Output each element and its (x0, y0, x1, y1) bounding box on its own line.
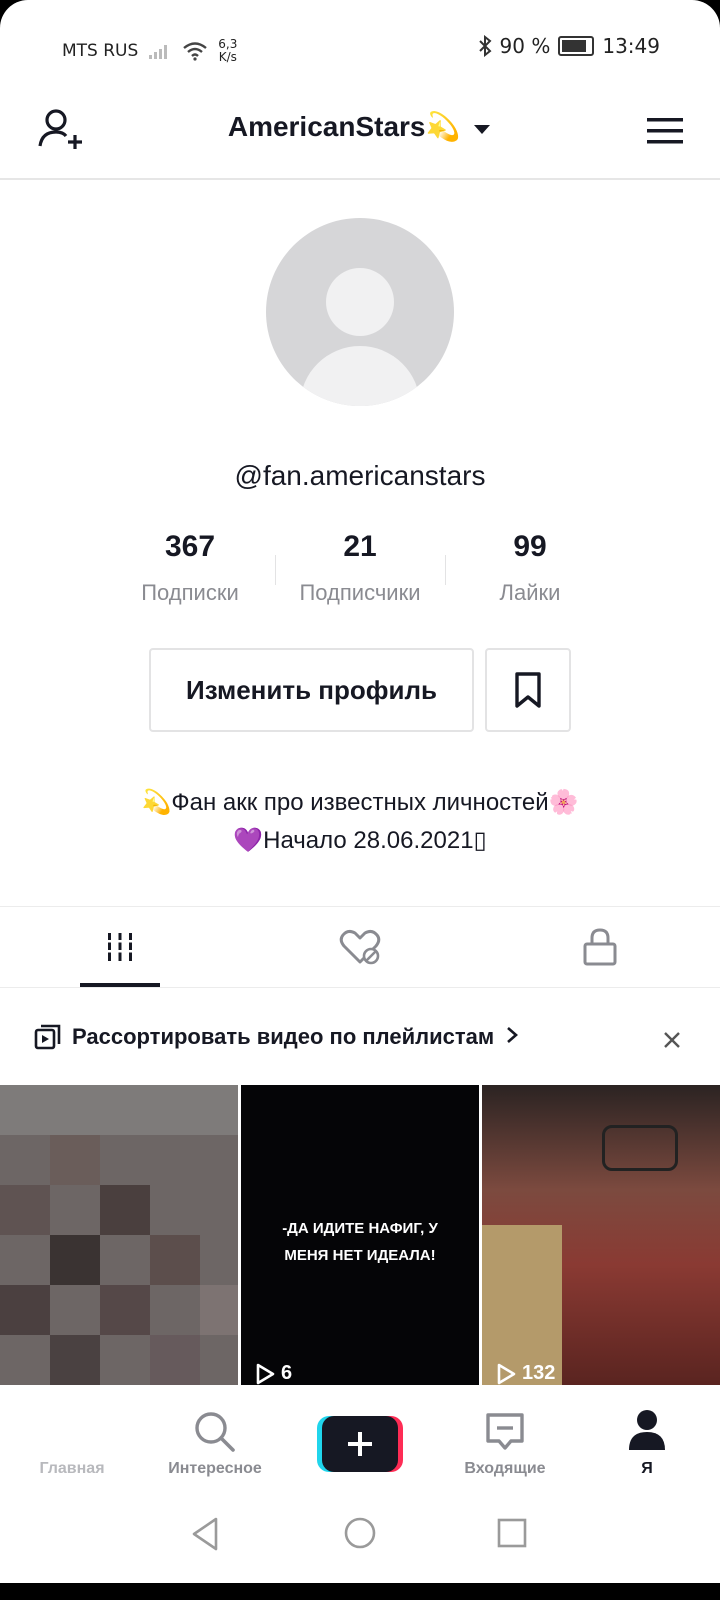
chevron-right-icon (507, 1027, 519, 1043)
play-icon (497, 1363, 516, 1384)
system-navigation-bar (0, 1498, 720, 1583)
thumbnail-pixel (100, 1285, 150, 1335)
hamburger-menu-icon (647, 118, 683, 144)
followers-count: 21 (343, 530, 377, 563)
thumbnail-pixel (200, 1285, 238, 1335)
likes-count: 99 (513, 530, 547, 563)
play-icon (256, 1363, 275, 1384)
close-icon (664, 1032, 680, 1048)
profile-stats: 367 Подписки 21 Подписчики 99 Лайки (105, 530, 615, 610)
thumbnail-pixel (50, 1335, 100, 1385)
video-thumbnail[interactable]: 132 (482, 1085, 720, 1385)
video-thumbnail[interactable]: -ДА ИДИТЕ НАФИГ, У МЕНЯ НЕТ ИДЕАЛА! 6 (241, 1085, 479, 1385)
thumbnail-pixel (50, 1135, 100, 1185)
stat-divider (275, 555, 276, 585)
tab-private[interactable] (480, 907, 720, 987)
nav-inbox[interactable]: Входящие (435, 1398, 575, 1498)
nav-profile-label: Я (641, 1460, 653, 1477)
tab-liked[interactable] (240, 907, 480, 987)
tab-videos[interactable] (0, 907, 240, 987)
recent-apps-icon[interactable] (497, 1518, 527, 1548)
likes-label: Лайки (499, 580, 561, 605)
bookmark-icon (515, 672, 541, 708)
status-left: MTS RUS 6,3 K/s (62, 38, 237, 64)
nav-inbox-label: Входящие (464, 1460, 546, 1477)
stat-followers[interactable]: 21 Подписчики (275, 530, 445, 610)
nav-profile[interactable]: Я (577, 1398, 717, 1498)
bluetooth-icon (478, 35, 492, 57)
video-caption: -ДА ИДИТЕ НАФИГ, У МЕНЯ НЕТ ИДЕАЛА! (282, 1220, 438, 1264)
network-speed: 6,3 K/s (218, 38, 237, 64)
video-grid: -ДА ИДИТЕ НАФИГ, У МЕНЯ НЕТ ИДЕАЛА! 6 13… (0, 1085, 720, 1385)
private-lock-icon (583, 928, 617, 966)
nav-home[interactable]: Главная (2, 1398, 142, 1498)
following-count: 367 (164, 530, 216, 563)
thumbnail-pixel (50, 1235, 100, 1285)
nav-discover[interactable]: Интересное (145, 1398, 285, 1498)
nav-discover-label: Интересное (168, 1460, 262, 1477)
thumbnail-image (602, 1125, 678, 1171)
profile-avatar[interactable] (266, 218, 454, 406)
battery-icon (558, 36, 595, 56)
followers-label: Подписчики (299, 580, 421, 605)
account-name: AmericanStars💫 (227, 111, 461, 142)
thumbnail-image (482, 1225, 562, 1385)
view-count: 6 (255, 1362, 292, 1385)
profile-icon (629, 1410, 665, 1450)
profile-tabs (0, 906, 720, 988)
clock: 13:49 (602, 34, 660, 58)
bio-line: 💜Начало 28.06.2021▯ (233, 827, 487, 854)
thumbnail-pixel (0, 1285, 50, 1335)
nav-home-label: Главная (39, 1460, 105, 1477)
top-header: AmericanStars💫 (0, 82, 720, 180)
view-count: 132 (496, 1362, 555, 1385)
profile-bio: 💫Фан акк про известных личностей🌸 💜Начал… (0, 784, 720, 860)
view-count-value: 132 (522, 1362, 556, 1384)
edit-profile-button[interactable]: Изменить профиль (149, 648, 474, 732)
bottom-navigation: Главная Интересное Входящие Я (0, 1398, 720, 1498)
thumbnail-pixel (150, 1335, 200, 1385)
favorites-button[interactable] (485, 648, 571, 732)
active-tab-indicator (80, 983, 160, 987)
thumbnail-pixel (150, 1235, 200, 1285)
thumbnail-pixel (0, 1085, 238, 1135)
bio-line: 💫Фан акк про известных личностей🌸 (141, 789, 579, 816)
playlist-banner-text: Рассортировать видео по плейлистам (72, 1024, 519, 1050)
battery-percent: 90 % (499, 34, 551, 58)
inbox-icon (486, 1413, 524, 1450)
carrier-label: MTS RUS (62, 41, 139, 61)
liked-videos-icon (339, 929, 381, 965)
video-thumbnail[interactable] (0, 1085, 238, 1385)
close-banner-button[interactable] (652, 1020, 692, 1060)
create-video-button[interactable] (317, 1416, 403, 1472)
home-circle-icon[interactable] (343, 1516, 377, 1550)
search-icon (195, 1412, 235, 1452)
videos-grid-icon (106, 933, 134, 961)
stat-divider (445, 555, 446, 585)
playlist-icon (34, 1024, 61, 1050)
playlist-banner-label: Рассортировать видео по плейлистам (72, 1024, 495, 1049)
signal-icon (149, 45, 168, 59)
stat-following[interactable]: 367 Подписки (105, 530, 275, 610)
chevron-down-icon (474, 125, 491, 134)
playlist-banner[interactable]: Рассортировать видео по плейлистам (0, 1010, 720, 1072)
back-icon[interactable] (190, 1516, 220, 1552)
create-plus-icon (317, 1416, 403, 1472)
avatar-placeholder-head (326, 268, 394, 336)
profile-username: @fan.americanstars (234, 460, 486, 491)
view-count-value: 6 (281, 1362, 293, 1384)
status-right: 90 % 13:49 (478, 34, 660, 58)
bottom-bezel (0, 1583, 720, 1600)
wifi-icon (183, 42, 208, 61)
status-bar: MTS RUS 6,3 K/s 90 % 13:49 (0, 20, 720, 76)
stat-likes[interactable]: 99 Лайки (445, 530, 615, 610)
profile-screen: MTS RUS 6,3 K/s 90 % 13:49 AmericanStars… (0, 0, 720, 1600)
avatar-placeholder-body (300, 346, 420, 406)
thumbnail-pixel (0, 1185, 50, 1235)
account-switcher[interactable]: AmericanStars💫 (0, 110, 720, 143)
menu-button[interactable] (640, 106, 690, 156)
thumbnail-pixel (100, 1185, 150, 1235)
following-label: Подписки (141, 580, 239, 605)
network-speed-unit: K/s (218, 50, 237, 64)
